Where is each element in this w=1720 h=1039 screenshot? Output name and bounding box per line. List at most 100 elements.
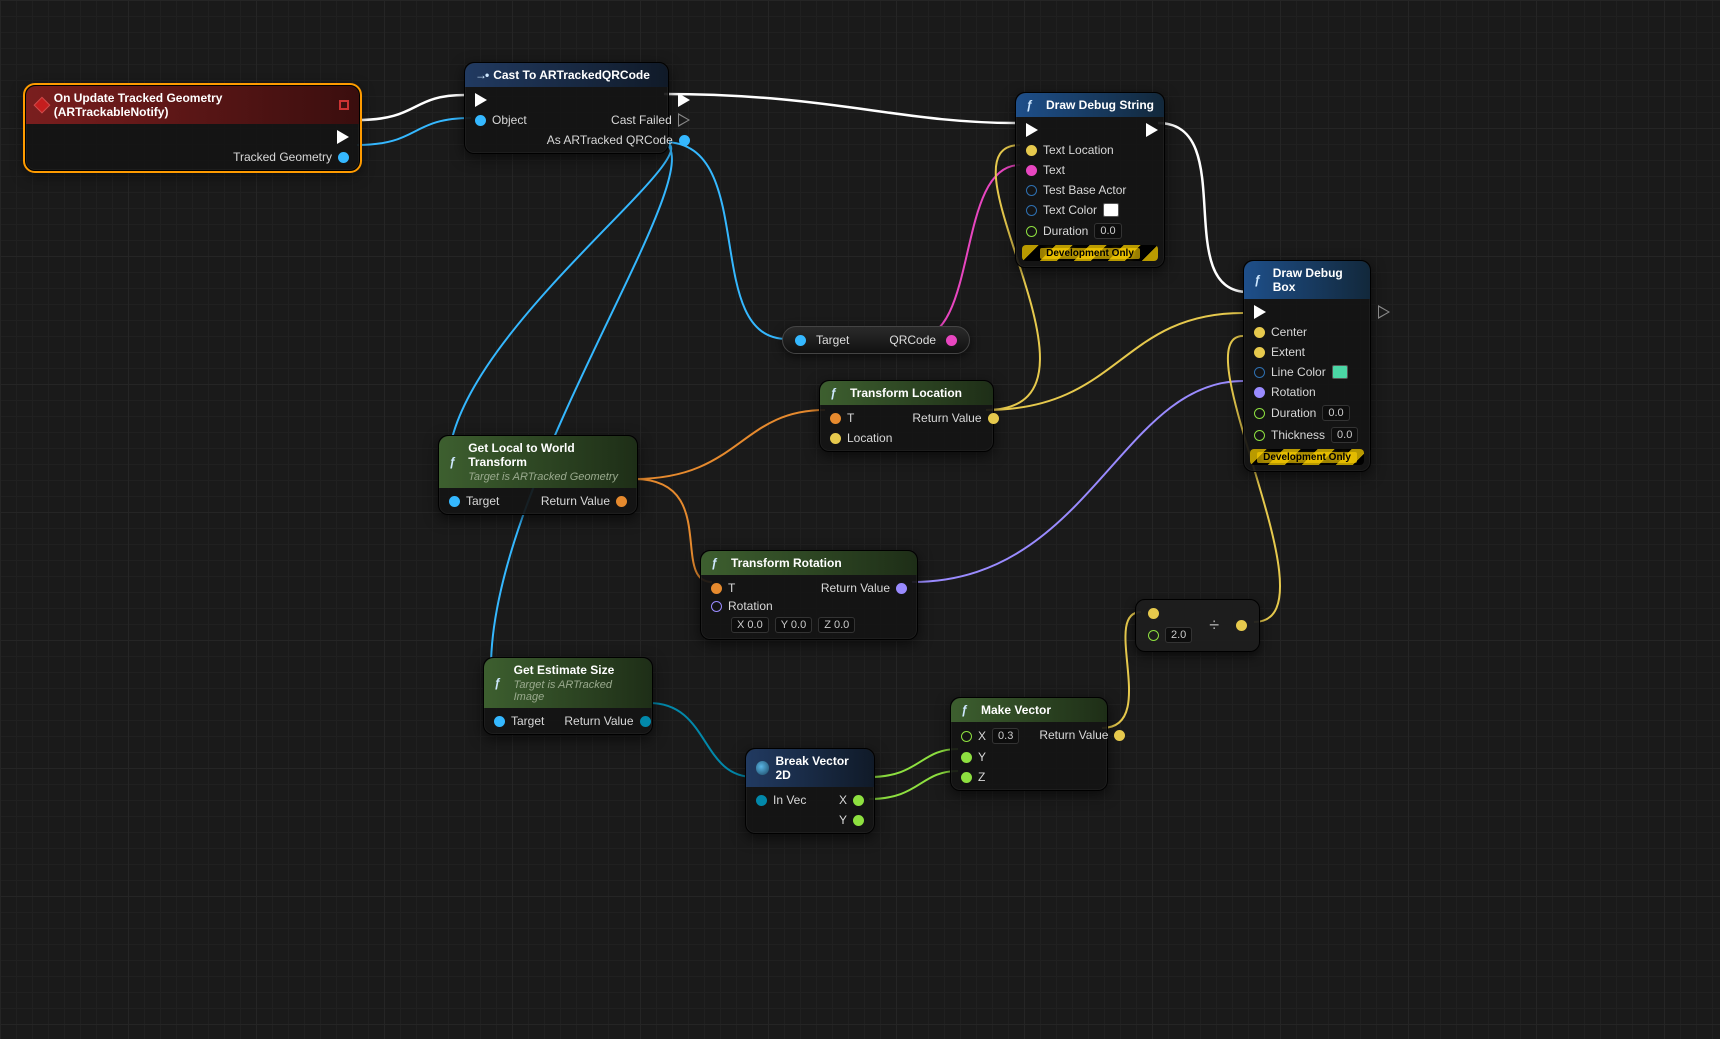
node-transform-rotation[interactable]: Transform Rotation T Return Value Rotati… bbox=[700, 550, 918, 640]
extent-pin[interactable] bbox=[1254, 347, 1265, 358]
duration-pin[interactable] bbox=[1026, 226, 1037, 237]
rotation-pin[interactable] bbox=[711, 601, 722, 612]
pin-label: Y bbox=[839, 813, 847, 827]
node-draw-debug-box[interactable]: Draw Debug Box Center Extent Line Color … bbox=[1243, 260, 1371, 472]
t-pin[interactable] bbox=[830, 413, 841, 424]
b-pin[interactable] bbox=[1148, 630, 1159, 641]
z-pin[interactable] bbox=[961, 772, 972, 783]
development-only-stripe: Development Only bbox=[1022, 245, 1158, 261]
as-qrcode-pin[interactable] bbox=[679, 135, 690, 146]
pin-label: Text Location bbox=[1043, 143, 1114, 157]
title-text: Make Vector bbox=[981, 703, 1051, 717]
test-base-actor-pin[interactable] bbox=[1026, 185, 1037, 196]
pin-label: Thickness bbox=[1271, 428, 1325, 442]
line-color-pin[interactable] bbox=[1254, 367, 1265, 378]
exec-in-pin[interactable] bbox=[1026, 123, 1038, 137]
x-value-field[interactable]: 0.3 bbox=[992, 728, 1019, 744]
pin-label: Extent bbox=[1271, 345, 1305, 359]
node-get-estimate-size[interactable]: Get Estimate Size Target is ARTracked Im… bbox=[483, 657, 653, 735]
node-get-local-to-world-transform[interactable]: Get Local to World Transform Target is A… bbox=[438, 435, 638, 515]
center-pin[interactable] bbox=[1254, 327, 1265, 338]
text-color-pin[interactable] bbox=[1026, 205, 1037, 216]
b-value-field[interactable]: 2.0 bbox=[1165, 627, 1192, 643]
node-title: Make Vector bbox=[951, 698, 1107, 722]
exec-out-pin[interactable] bbox=[678, 93, 690, 107]
pin-label: Tracked Geometry bbox=[233, 150, 332, 164]
out-pin[interactable] bbox=[1236, 620, 1247, 631]
node-make-vector[interactable]: Make Vector X0.3 Y Z Return Value bbox=[950, 697, 1108, 791]
duration-field[interactable]: 0.0 bbox=[1094, 223, 1121, 239]
return-value-pin[interactable] bbox=[640, 716, 651, 727]
node-title: Transform Rotation bbox=[701, 551, 917, 575]
pin-label: Center bbox=[1271, 325, 1307, 339]
function-icon bbox=[961, 703, 975, 717]
function-icon bbox=[449, 455, 462, 469]
cast-failed-pin[interactable] bbox=[678, 113, 690, 127]
pin-label: Rotation bbox=[728, 599, 773, 613]
exec-out-pin[interactable] bbox=[337, 130, 349, 144]
pin-label: In Vec bbox=[773, 793, 806, 807]
rot-y-field[interactable]: Y 0.0 bbox=[775, 617, 813, 633]
return-value-pin[interactable] bbox=[896, 583, 907, 594]
qrcode-out-pin[interactable] bbox=[946, 335, 957, 346]
tracked-geometry-pin[interactable] bbox=[338, 152, 349, 163]
thickness-pin[interactable] bbox=[1254, 430, 1265, 441]
return-value-pin[interactable] bbox=[1114, 730, 1125, 741]
text-location-pin[interactable] bbox=[1026, 145, 1037, 156]
subtitle-text: Target is ARTracked Geometry bbox=[468, 471, 627, 483]
pin-label: Text bbox=[1043, 163, 1065, 177]
location-pin[interactable] bbox=[830, 433, 841, 444]
node-divide[interactable]: 2.0 ÷ bbox=[1135, 599, 1260, 652]
pin-label: T bbox=[847, 411, 854, 425]
thickness-field[interactable]: 0.0 bbox=[1331, 427, 1358, 443]
x-pin[interactable] bbox=[853, 795, 864, 806]
pin-label: Return Value bbox=[1039, 728, 1108, 742]
rot-z-field[interactable]: Z 0.0 bbox=[818, 617, 855, 633]
node-title: Transform Location bbox=[820, 381, 993, 405]
title-text: Break Vector 2D bbox=[775, 754, 864, 782]
node-title: Break Vector 2D bbox=[746, 749, 874, 787]
object-pin[interactable] bbox=[475, 115, 486, 126]
title-text: Transform Location bbox=[850, 386, 962, 400]
pin-label: Return Value bbox=[541, 494, 610, 508]
title-text: Get Local to World Transform bbox=[468, 441, 574, 469]
pin-label: QRCode bbox=[889, 333, 936, 347]
node-get-qrcode[interactable]: Target QRCode bbox=[782, 326, 970, 354]
y-pin[interactable] bbox=[961, 752, 972, 763]
exec-out-pin[interactable] bbox=[1378, 305, 1390, 319]
function-icon bbox=[711, 556, 725, 570]
target-pin[interactable] bbox=[449, 496, 460, 507]
invec-pin[interactable] bbox=[756, 795, 767, 806]
function-icon bbox=[830, 386, 844, 400]
pin-label: X bbox=[978, 729, 986, 743]
x-pin[interactable] bbox=[961, 731, 972, 742]
node-cast-to-artrackedqrcode[interactable]: Cast To ARTrackedQRCode Object Cast Fail… bbox=[464, 62, 669, 154]
pin-label: As ARTracked QRCode bbox=[547, 133, 673, 147]
rot-x-field[interactable]: X 0.0 bbox=[731, 617, 769, 633]
exec-out-pin[interactable] bbox=[1146, 123, 1158, 137]
node-transform-location[interactable]: Transform Location T Location Return Val… bbox=[819, 380, 994, 452]
duration-field[interactable]: 0.0 bbox=[1322, 405, 1349, 421]
target-pin[interactable] bbox=[494, 716, 505, 727]
rotation-pin[interactable] bbox=[1254, 387, 1265, 398]
return-value-pin[interactable] bbox=[988, 413, 999, 424]
break-icon bbox=[756, 761, 769, 775]
y-pin[interactable] bbox=[853, 815, 864, 826]
text-pin[interactable] bbox=[1026, 165, 1037, 176]
return-value-pin[interactable] bbox=[616, 496, 627, 507]
duration-pin[interactable] bbox=[1254, 408, 1265, 419]
exec-in-pin[interactable] bbox=[475, 93, 487, 107]
a-pin[interactable] bbox=[1148, 608, 1159, 619]
text-color-swatch[interactable] bbox=[1103, 203, 1119, 217]
pin-label: Return Value bbox=[912, 411, 981, 425]
pin-label: Return Value bbox=[821, 581, 890, 595]
line-color-swatch[interactable] bbox=[1332, 365, 1348, 379]
node-break-vector-2d[interactable]: Break Vector 2D In Vec X Y bbox=[745, 748, 875, 834]
pin-label: Duration bbox=[1271, 406, 1316, 420]
t-pin[interactable] bbox=[711, 583, 722, 594]
exec-in-pin[interactable] bbox=[1254, 305, 1266, 319]
node-draw-debug-string[interactable]: Draw Debug String Text Location Text Tes… bbox=[1015, 92, 1165, 268]
pin-label: Duration bbox=[1043, 224, 1088, 238]
node-event-on-update-tracked-geometry[interactable]: On Update Tracked Geometry (ARTrackableN… bbox=[25, 85, 360, 171]
target-pin[interactable] bbox=[795, 335, 806, 346]
